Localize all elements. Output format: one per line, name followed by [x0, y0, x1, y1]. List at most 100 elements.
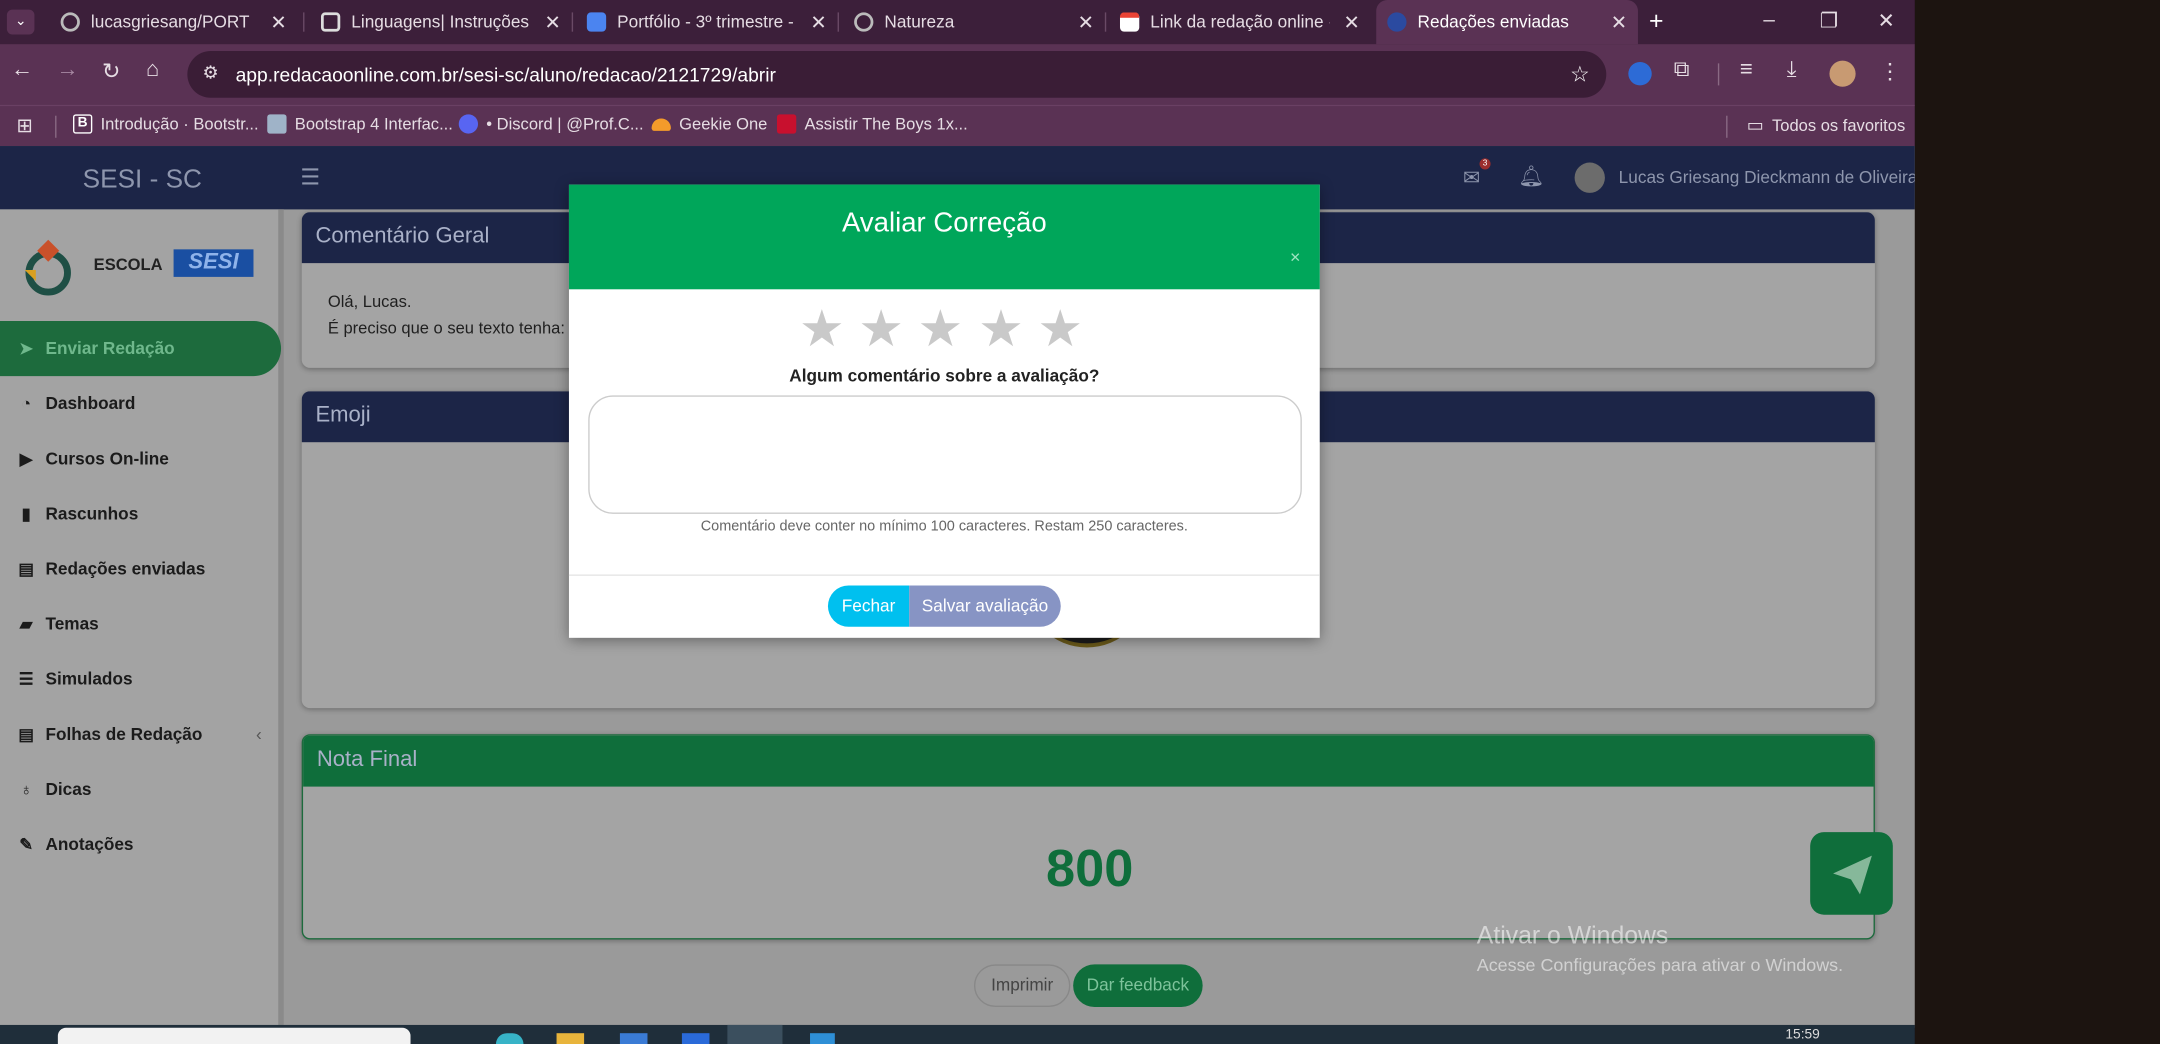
- url-text[interactable]: app.redacaoonline.com.br/sesi-sc/aluno/r…: [236, 63, 776, 85]
- clock[interactable]: 15:59: [1785, 1028, 1819, 1043]
- omnibox[interactable]: ⚙ app.redacaoonline.com.br/sesi-sc/aluno…: [187, 50, 1607, 98]
- forward-icon[interactable]: →: [56, 58, 78, 83]
- extensions-icon[interactable]: ⧉: [1674, 58, 1690, 83]
- escola-sesi-logo[interactable]: ESCOLA SESI: [19, 231, 260, 300]
- gmail-icon: [1119, 12, 1140, 32]
- apps-icon[interactable]: ⊞: [17, 114, 33, 137]
- hamburger-icon[interactable]: ☰: [300, 164, 320, 192]
- star-rating-4[interactable]: ★: [978, 301, 1024, 357]
- all-bookmarks[interactable]: ▭ Todos os favoritos: [1747, 114, 1905, 136]
- bookmarks-bar: ⊞ B Introdução · Bootstr... Bootstrap 4 …: [0, 104, 1915, 147]
- tab-search-button[interactable]: ⌄: [6, 9, 35, 35]
- close-icon[interactable]: ×: [1290, 247, 1300, 268]
- fechar-button[interactable]: Fechar: [827, 585, 910, 627]
- lightbulb-icon: ♁: [19, 779, 33, 800]
- sidebar-item-temas[interactable]: ▰ Temas: [17, 614, 99, 633]
- redacao-favicon-icon: [1387, 12, 1407, 32]
- media-icon[interactable]: ≡: [1740, 58, 1753, 83]
- sidebar-item-dicas[interactable]: ♁ Dicas: [17, 779, 91, 800]
- paper-plane-icon: ➤: [19, 338, 34, 359]
- nota-final-card: Nota Final 800: [301, 734, 1875, 940]
- bootstrap-icon: B: [73, 114, 93, 134]
- close-tab-icon[interactable]: ✕: [1344, 11, 1360, 34]
- close-tab-icon[interactable]: ✕: [810, 11, 826, 34]
- bookmark-bootstrap-intro[interactable]: B Introdução · Bootstr...: [73, 114, 259, 134]
- sidebar-item-dashboard[interactable]: ◔ Dashboard: [17, 393, 135, 414]
- sidebar-item-anotacoes[interactable]: ✎ Anotações: [17, 835, 133, 854]
- chevron-left-icon: ‹: [255, 724, 262, 744]
- tab-gmail[interactable]: Link da redação online - lu ✕: [1109, 0, 1371, 44]
- nota-final-value: 800: [1046, 840, 1134, 899]
- sidebar-item-cursos[interactable]: ▶ Cursos On-line: [17, 449, 169, 468]
- reload-icon[interactable]: ↻: [102, 58, 120, 86]
- back-icon[interactable]: ←: [11, 58, 33, 83]
- file-text-icon: ▤: [18, 559, 34, 579]
- home-icon[interactable]: ⌂: [146, 58, 159, 83]
- avaliar-correcao-modal: Avaliar Correção × ★ ★ ★ ★ ★ Algum comen…: [568, 184, 1320, 638]
- extension-blue-icon[interactable]: [1628, 61, 1652, 86]
- tab-natureza[interactable]: Natureza ✕: [843, 0, 1105, 44]
- mail-icon[interactable]: ✉: [1463, 165, 1480, 190]
- bell-icon[interactable]: 🔔︎: [1518, 164, 1544, 188]
- close-window-icon[interactable]: ✕: [1878, 8, 1895, 33]
- dashboard-icon: ◔: [21, 393, 32, 414]
- minimize-icon[interactable]: –: [1763, 8, 1774, 31]
- menu-icon[interactable]: ⋮: [1879, 58, 1901, 86]
- site-settings-icon[interactable]: ⚙: [203, 62, 219, 84]
- floating-send-button[interactable]: [1810, 832, 1893, 915]
- print-button[interactable]: Imprimir: [973, 964, 1071, 1008]
- profile-avatar[interactable]: [1829, 60, 1856, 87]
- sidebar-item-enviar-redacao[interactable]: ➤ Enviar Redação: [17, 338, 174, 359]
- brand-name[interactable]: SESI - SC: [83, 165, 202, 195]
- comentario-greeting: Olá, Lucas.: [327, 292, 412, 312]
- tab-linguagens[interactable]: Linguagens| Instruções par ✕: [310, 0, 572, 44]
- user-avatar[interactable]: [1574, 162, 1605, 193]
- star-rating-1[interactable]: ★: [799, 301, 845, 357]
- close-tab-icon[interactable]: ✕: [1078, 11, 1094, 34]
- bookmark-discord[interactable]: • Discord | @Prof.C...: [458, 114, 644, 134]
- desktop-background: [1914, 0, 2160, 1044]
- taskbar-app-icon[interactable]: [619, 1033, 648, 1044]
- bookmark-geekie[interactable]: Geekie One: [651, 114, 767, 134]
- download-icon[interactable]: ⤓: [1787, 58, 1797, 83]
- new-tab-button[interactable]: +: [1649, 7, 1663, 36]
- comment-question: Algum comentário sobre a avaliação?: [789, 366, 1100, 386]
- restore-icon[interactable]: ❐: [1820, 8, 1839, 33]
- taskbar-app-icon[interactable]: [810, 1033, 835, 1044]
- star-rating-5[interactable]: ★: [1037, 301, 1083, 357]
- star-rating-2[interactable]: ★: [858, 301, 904, 357]
- comentario-text: É preciso que o seu texto tenha: 1: [327, 318, 579, 338]
- chrome-taskbar-icon[interactable]: [727, 1024, 783, 1044]
- nota-final-header: Nota Final: [303, 735, 1874, 787]
- globe-icon: [854, 12, 874, 32]
- taskbar-search-box[interactable]: [57, 1027, 411, 1044]
- modal-footer-divider: [568, 574, 1320, 576]
- sidebar-item-folhas[interactable]: ▤ Folhas de Redação ‹: [17, 724, 262, 744]
- paper-plane-icon: [1833, 855, 1872, 895]
- user-name[interactable]: Lucas Griesang Dieckmann de Oliveira: [1619, 168, 1915, 187]
- close-tab-icon[interactable]: ✕: [270, 11, 286, 34]
- feedback-button[interactable]: Dar feedback: [1073, 964, 1203, 1008]
- star-rating-3[interactable]: ★: [917, 301, 963, 357]
- sidebar-item-redacoes-enviadas[interactable]: ▤ Redações enviadas: [17, 559, 205, 579]
- bookmark-bootstrap4[interactable]: Bootstrap 4 Interfac...: [267, 114, 453, 134]
- file-explorer-icon[interactable]: [556, 1033, 585, 1044]
- salvar-avaliacao-button[interactable]: Salvar avaliação: [909, 585, 1061, 627]
- tab-portfolio[interactable]: Portfólio - 3º trimestre - ch ✕: [576, 0, 838, 44]
- tab-github[interactable]: lucasgriesang/PORT ✕: [50, 0, 298, 44]
- bookmark-theboys[interactable]: Assistir The Boys 1x...: [776, 114, 968, 134]
- close-tab-icon[interactable]: ✕: [545, 11, 561, 34]
- bookmark-star-icon[interactable]: ☆: [1570, 61, 1590, 89]
- mail-badge: 3: [1479, 158, 1491, 170]
- escola-label: ESCOLA: [93, 254, 163, 275]
- close-tab-icon[interactable]: ✕: [1611, 11, 1627, 34]
- tab-redacoes-enviadas[interactable]: Redações enviadas ✕: [1376, 0, 1638, 45]
- sesi-label: SESI: [173, 249, 254, 277]
- sidebar-item-rascunhos[interactable]: ▮ Rascunhos: [17, 504, 139, 523]
- github-icon: [60, 12, 80, 32]
- taskbar-app-icon[interactable]: [681, 1033, 710, 1044]
- sidebar-item-simulados[interactable]: ☰ Simulados: [17, 670, 133, 689]
- taskbar: 15:59: [0, 1024, 1915, 1044]
- taskbar-app-icon[interactable]: [495, 1033, 524, 1044]
- comment-textarea[interactable]: [588, 395, 1302, 514]
